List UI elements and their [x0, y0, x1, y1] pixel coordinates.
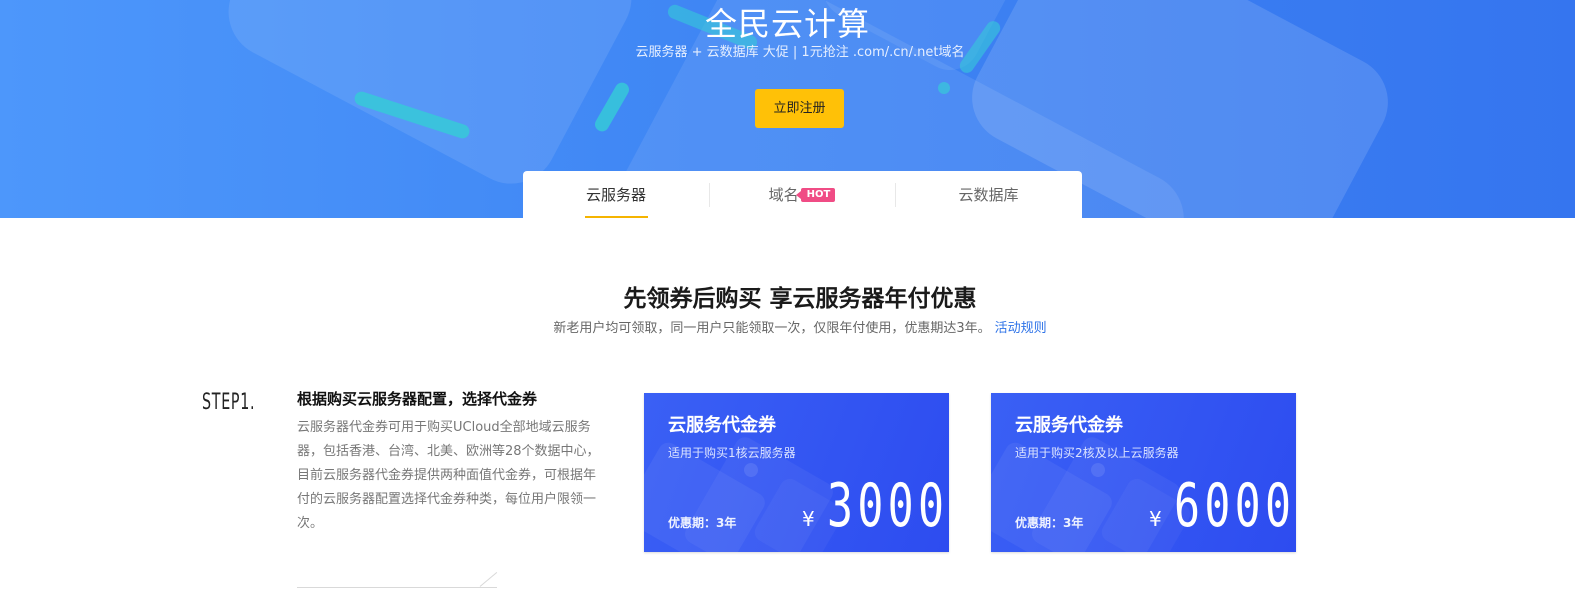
hero-title: 全民云计算 — [704, 5, 870, 43]
step-label: STEP1. — [202, 390, 256, 415]
rules-link[interactable]: 活动规则 — [995, 321, 1047, 336]
hero-banner: 全民云计算 云服务器 + 云数据库 大促 | 1元抢注 .com/.cn/.ne… — [0, 0, 1575, 218]
section-title: 先领券后购买 享云服务器年付优惠 — [623, 286, 977, 312]
coupon-card-2core-plus[interactable]: 云服务代金券 适用于购买2核及以上云服务器 优惠期：3年 ¥ 6000 — [991, 393, 1296, 552]
section-subtitle-text: 新老用户均可领取，同一用户只能领取一次，仅限年付使用，优惠期达3年。 — [553, 321, 991, 336]
section-subtitle: 新老用户均可领取，同一用户只能领取一次，仅限年付使用，优惠期达3年。 活动规则 — [0, 320, 1575, 338]
tab-cloud-server[interactable]: 云服务器 — [523, 171, 709, 218]
tab-label: 云服务器 — [585, 186, 646, 204]
coupon-term: 优惠期：3年 — [1015, 516, 1084, 530]
currency-symbol: ¥ — [1149, 507, 1162, 531]
coupon-title: 云服务代金券 — [668, 415, 776, 436]
divider-tick — [479, 571, 498, 587]
coupon-term: 优惠期：3年 — [668, 516, 737, 530]
currency-symbol: ¥ — [802, 507, 815, 531]
active-tab-indicator — [585, 216, 648, 218]
tab-domain[interactable]: 域名 HOT — [709, 171, 895, 218]
coupon-amount: 6000 — [1174, 471, 1296, 541]
step-title: 根据购买云服务器配置，选择代金券 — [297, 390, 538, 408]
decor-bar — [592, 80, 632, 134]
register-button[interactable]: 立即注册 — [755, 89, 844, 128]
product-tabs: 云服务器 域名 HOT 云数据库 — [523, 171, 1082, 218]
coupon-description: 适用于购买1核云服务器 — [668, 446, 796, 460]
coupon-description: 适用于购买2核及以上云服务器 — [1015, 446, 1179, 460]
hot-badge: HOT — [795, 188, 836, 202]
divider — [297, 587, 497, 588]
coupon-amount: 3000 — [827, 471, 949, 541]
tab-cloud-database[interactable]: 云数据库 — [895, 171, 1082, 218]
hero-subtitle: 云服务器 + 云数据库 大促 | 1元抢注 .com/.cn/.net域名 — [635, 45, 965, 60]
coupon-card-1core[interactable]: 云服务代金券 适用于购买1核云服务器 优惠期：3年 ¥ 3000 — [644, 393, 949, 552]
tab-label: 域名 — [768, 186, 799, 204]
coupon-title: 云服务代金券 — [1015, 415, 1123, 436]
tab-label: 云数据库 — [958, 186, 1019, 204]
step-description: 云服务器代金券可用于购买UCloud全部地域云服务器，包括香港、台湾、北美、欧洲… — [297, 420, 600, 531]
decor-dot — [938, 82, 950, 94]
